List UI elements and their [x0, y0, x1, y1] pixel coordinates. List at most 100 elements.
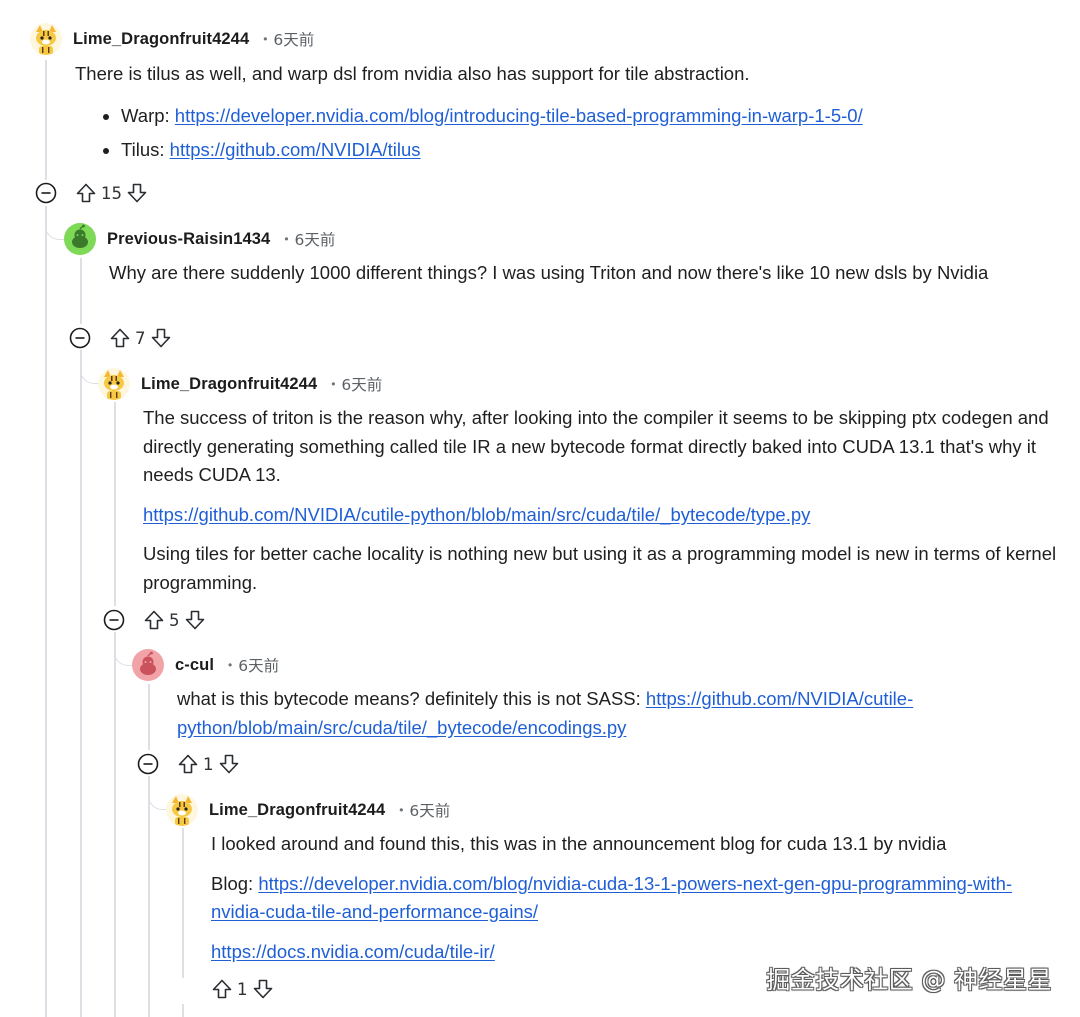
thread-line: [182, 1004, 184, 1017]
arrow-down-icon: [219, 754, 238, 774]
comment-header: c-cul • 6天前: [132, 648, 279, 682]
comment-author[interactable]: c-cul: [175, 656, 214, 675]
thread-line: [148, 776, 150, 1017]
vote-count: 1: [237, 979, 248, 999]
list-item: Tilus: https://github.com/NVIDIA/tilus: [121, 133, 1055, 167]
minus-circle-icon: [69, 327, 91, 349]
arrow-up-icon: [110, 328, 130, 348]
separator-dot: •: [263, 32, 268, 46]
separator-dot: •: [284, 232, 289, 246]
upvote-button[interactable]: [108, 326, 132, 350]
comment-text: Using tiles for better cache locality is…: [143, 543, 1057, 593]
separator-dot: •: [228, 658, 233, 672]
comment-text: what is this bytecode means? definitely …: [177, 688, 646, 709]
vote-count: 5: [169, 610, 180, 630]
comment-timestamp[interactable]: 6天前: [238, 654, 279, 676]
minus-circle-icon: [35, 182, 57, 204]
comment-header: Lime_Dragonfruit4244 • 6天前: [30, 22, 314, 56]
vote-count: 15: [101, 183, 122, 203]
comment-body: what is this bytecode means? definitely …: [177, 685, 1037, 742]
arrow-up-icon: [178, 754, 198, 774]
thread-connector: [80, 366, 100, 384]
arrow-down-icon: [151, 328, 170, 348]
downvote-button[interactable]: [149, 326, 173, 350]
separator-dot: •: [399, 803, 404, 817]
comment-timestamp[interactable]: 6天前: [341, 373, 382, 395]
list-item: Warp: https://developer.nvidia.com/blog/…: [121, 99, 1055, 133]
comment-header: Previous-Raisin1434 • 6天前: [64, 222, 335, 256]
comment-author[interactable]: Lime_Dragonfruit4244: [209, 801, 385, 820]
collapse-thread-button[interactable]: [103, 609, 125, 631]
thread-line: [45, 60, 47, 180]
arrow-down-icon: [253, 979, 272, 999]
bytecode-type-link[interactable]: https://github.com/NVIDIA/cutile-python/…: [143, 504, 810, 525]
comment-link-paragraph: Blog: https://developer.nvidia.com/blog/…: [211, 870, 1061, 927]
thread-line: [114, 402, 116, 606]
watermark-text: 掘金技术社区 @ 神经星星: [766, 966, 1052, 994]
blog-label: Blog:: [211, 872, 259, 894]
vote-count: 7: [135, 328, 146, 348]
green-snoo-avatar-icon[interactable]: [64, 223, 96, 255]
comment-body: I looked around and found this, this was…: [211, 830, 1061, 966]
collapse-thread-button[interactable]: [69, 327, 91, 349]
comment-text: Why are there suddenly 1000 different th…: [109, 262, 989, 283]
arrow-down-icon: [185, 610, 204, 630]
downvote-button[interactable]: [183, 608, 207, 632]
comment-header: Lime_Dragonfruit4244 • 6天前: [98, 367, 382, 401]
red-snoo-avatar-icon[interactable]: [132, 649, 164, 681]
vote-count: 1: [203, 754, 214, 774]
link-list: Warp: https://developer.nvidia.com/blog/…: [75, 99, 1055, 167]
thread-connector: [114, 648, 134, 666]
arrow-up-icon: [144, 610, 164, 630]
comment-author[interactable]: Lime_Dragonfruit4244: [73, 30, 249, 49]
collapse-thread-button[interactable]: [35, 182, 57, 204]
thread-connector: [148, 792, 168, 810]
tiger-avatar-icon[interactable]: [166, 794, 198, 826]
list-item-label: Tilus:: [121, 138, 170, 160]
comment-link-paragraph: https://github.com/NVIDIA/cutile-python/…: [143, 501, 1058, 530]
comment-actions: 1: [137, 750, 241, 778]
minus-circle-icon: [137, 753, 159, 775]
separator-dot: •: [331, 377, 336, 391]
comment-author[interactable]: Lime_Dragonfruit4244: [141, 375, 317, 394]
collapse-thread-button[interactable]: [137, 753, 159, 775]
comment-timestamp[interactable]: 6天前: [409, 799, 450, 821]
thread-line: [182, 828, 184, 978]
thread-connector: [45, 222, 65, 240]
list-item-label: Warp:: [121, 104, 175, 126]
comment-text: The success of triton is the reason why,…: [143, 407, 1049, 485]
downvote-button[interactable]: [251, 977, 275, 1001]
comment-body: The success of triton is the reason why,…: [143, 404, 1058, 597]
tiger-avatar-icon[interactable]: [30, 23, 62, 55]
comment-text: There is tilus as well, and warp dsl fro…: [75, 63, 750, 84]
thread-line: [114, 632, 116, 1017]
minus-circle-icon: [103, 609, 125, 631]
comment-actions: 5: [103, 606, 207, 634]
tile-ir-docs-link[interactable]: https://docs.nvidia.com/cuda/tile-ir/: [211, 941, 495, 962]
upvote-button[interactable]: [176, 752, 200, 776]
comment-text-paragraph: what is this bytecode means? definitely …: [177, 685, 1037, 742]
arrow-down-icon: [127, 183, 147, 203]
upvote-button[interactable]: [142, 608, 166, 632]
comment-header: Lime_Dragonfruit4244 • 6天前: [166, 793, 450, 827]
tilus-link[interactable]: https://github.com/NVIDIA/tilus: [170, 139, 421, 160]
comment-actions: 1: [210, 975, 275, 1003]
upvote-button[interactable]: [210, 977, 234, 1001]
comment-text: I looked around and found this, this was…: [211, 833, 947, 854]
thread-line: [80, 350, 82, 1017]
downvote-button[interactable]: [125, 181, 149, 205]
comment-timestamp[interactable]: 6天前: [273, 28, 314, 50]
tiger-avatar-icon[interactable]: [98, 368, 130, 400]
cuda-blog-link[interactable]: https://developer.nvidia.com/blog/nvidia…: [211, 873, 1012, 923]
thread-line: [80, 258, 82, 324]
comment-actions: 15: [35, 179, 149, 207]
comment-timestamp[interactable]: 6天前: [295, 228, 336, 250]
thread-line: [45, 206, 47, 1017]
downvote-button[interactable]: [217, 752, 241, 776]
arrow-up-icon: [212, 979, 232, 999]
upvote-button[interactable]: [74, 181, 98, 205]
warp-link[interactable]: https://developer.nvidia.com/blog/introd…: [175, 105, 863, 126]
comment-author[interactable]: Previous-Raisin1434: [107, 230, 270, 249]
comment-body: Why are there suddenly 1000 different th…: [109, 259, 1054, 288]
comment-actions: 7: [69, 324, 173, 352]
